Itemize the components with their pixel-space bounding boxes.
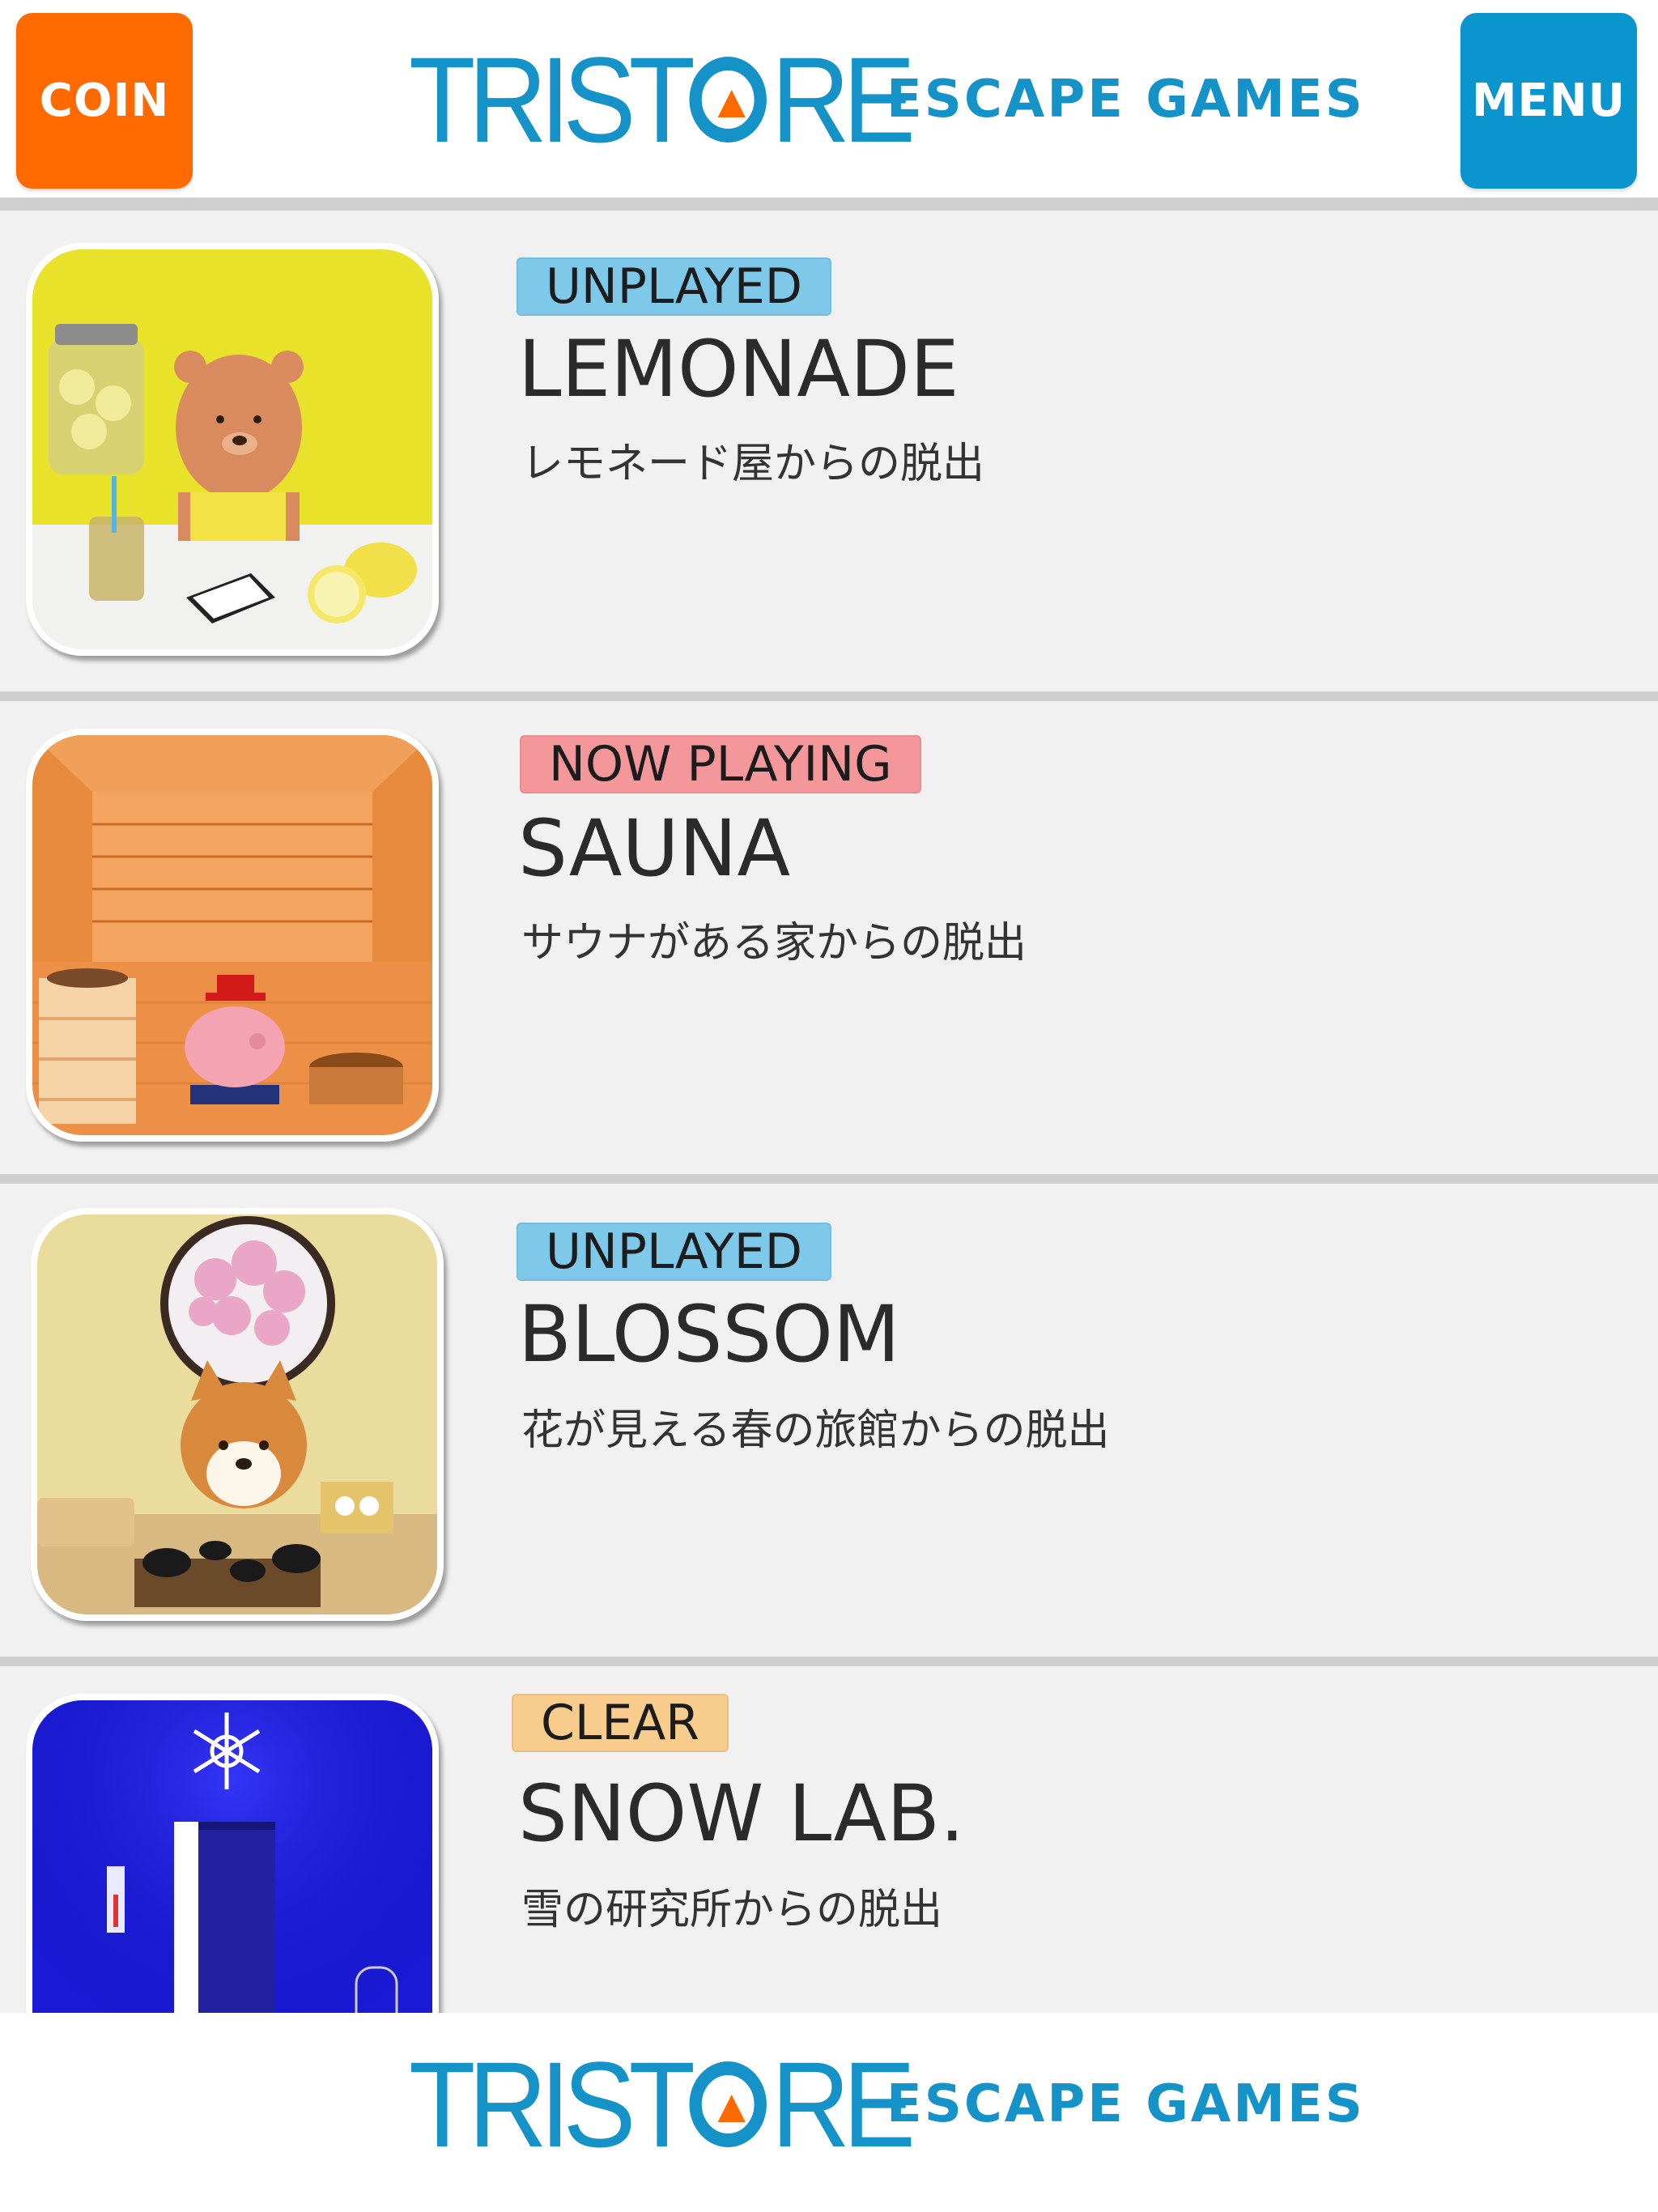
game-row-blossom[interactable]: UNPLAYED BLOSSOM 花が見える春の旅館からの脱出	[0, 1184, 1658, 1657]
status-badge: UNPLAYED	[517, 1223, 831, 1281]
sauna-thumbnail[interactable]	[26, 729, 439, 1142]
coin-button[interactable]: COIN	[16, 13, 193, 189]
game-row-snow-lab[interactable]: CLEAR SNOW LAB. 雪の研究所からの脱出	[0, 1666, 1658, 2013]
snow-lab-scene-image	[32, 1700, 432, 2013]
status-badge: CLEAR	[512, 1694, 729, 1752]
menu-button[interactable]: MENU	[1460, 13, 1637, 189]
row-divider	[0, 1174, 1658, 1184]
logo-text-left: TRIST	[409, 32, 695, 168]
game-title: BLOSSOM	[518, 1289, 900, 1380]
snow-lab-thumbnail[interactable]	[26, 1694, 439, 2013]
game-title: SAUNA	[518, 803, 791, 894]
game-subtitle: 雪の研究所からの脱出	[521, 1886, 943, 1934]
game-list-screen: COIN TRIST RE ESCAPE GAMES MENU UNPLAYED…	[0, 0, 1658, 2212]
lemonade-scene-image	[32, 249, 432, 649]
game-row-sauna[interactable]: NOW PLAYING SAUNA サウナがある家からの脱出	[0, 701, 1658, 1174]
footer-logo-wordmark: TRIST RE	[409, 2036, 916, 2172]
footer-logo-triangle-icon	[689, 2061, 767, 2147]
status-badge: UNPLAYED	[517, 257, 831, 316]
footer-logo-text-left: TRIST	[409, 2036, 695, 2172]
logo-triangle-icon	[689, 57, 767, 143]
header-bar: COIN TRIST RE ESCAPE GAMES MENU	[0, 0, 1658, 198]
status-badge: NOW PLAYING	[520, 735, 921, 793]
game-title: LEMONADE	[518, 324, 959, 415]
row-divider	[0, 1657, 1658, 1666]
game-subtitle: レモネード屋からの脱出	[521, 440, 985, 488]
tristore-logo: TRIST RE ESCAPE GAMES	[409, 32, 1363, 168]
blossom-scene-image	[37, 1214, 437, 1614]
game-list[interactable]: UNPLAYED LEMONADE レモネード屋からの脱出 NOW PLAYIN…	[0, 211, 1658, 2013]
footer-logo-tagline: ESCAPE GAMES	[886, 2074, 1365, 2134]
lemonade-thumbnail[interactable]	[26, 243, 439, 656]
sauna-scene-image	[32, 735, 432, 1135]
header-divider	[0, 198, 1658, 211]
game-subtitle: 花が見える春の旅館からの脱出	[521, 1406, 1110, 1455]
footer-tristore-logo[interactable]: TRIST RE ESCAPE GAMES	[409, 2036, 1363, 2172]
game-subtitle: サウナがある家からの脱出	[521, 919, 1027, 968]
blossom-thumbnail[interactable]	[31, 1208, 444, 1621]
logo-tagline: ESCAPE GAMES	[886, 70, 1365, 130]
game-title: SNOW LAB.	[518, 1768, 965, 1859]
row-divider	[0, 691, 1658, 701]
game-row-lemonade[interactable]: UNPLAYED LEMONADE レモネード屋からの脱出	[0, 211, 1658, 683]
logo-wordmark: TRIST RE	[409, 32, 916, 168]
